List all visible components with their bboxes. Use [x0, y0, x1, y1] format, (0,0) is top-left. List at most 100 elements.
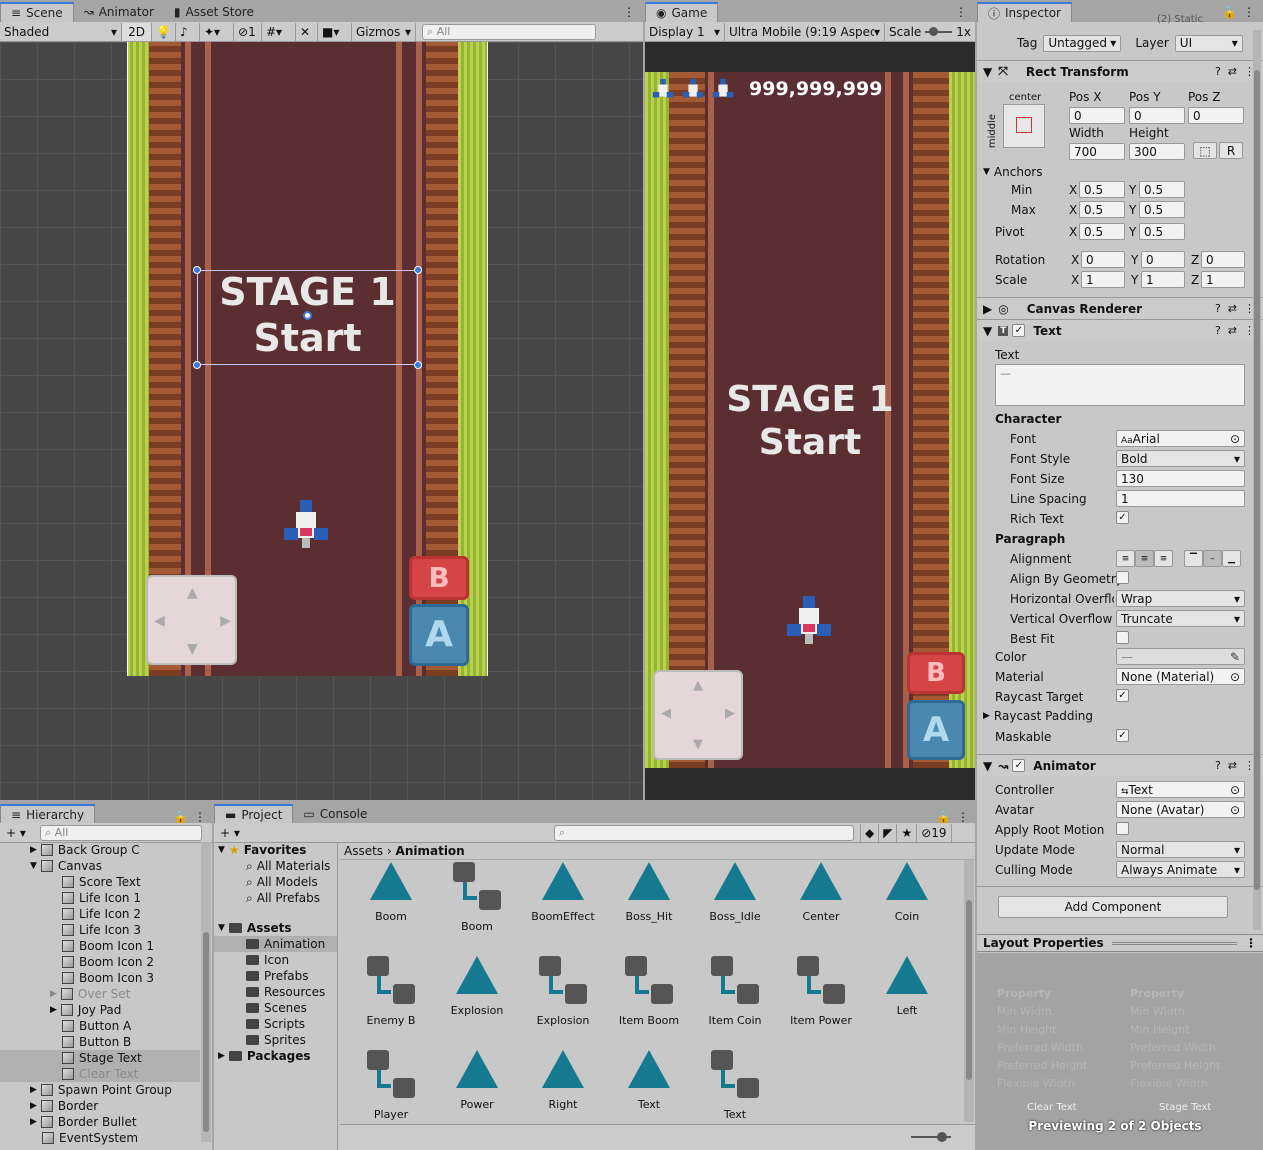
maskable-checkbox[interactable]: ✓ [1116, 729, 1129, 742]
create-button[interactable]: + ▾ [0, 826, 40, 840]
2d-toggle[interactable]: 2D [122, 22, 152, 41]
asset-item[interactable]: Text [606, 1042, 692, 1111]
favorite-item[interactable]: ⌕ All Prefabs [214, 890, 337, 906]
material-field[interactable]: None (Material) ⊙ [1116, 668, 1245, 685]
tab-hierarchy[interactable]: ≡ Hierarchy [0, 804, 96, 824]
animator-component-header[interactable]: ▼ ↝ ✓ Animator ? ⇄ ⋮ [977, 754, 1263, 776]
foldout-arrow-icon[interactable]: ▶ [30, 1101, 37, 1111]
asset-item[interactable]: Boom [434, 860, 520, 933]
hierarchy-item[interactable]: ▼ Canvas [0, 858, 200, 874]
inspector-scrollbar[interactable] [1253, 30, 1261, 930]
button-a[interactable]: A [409, 604, 469, 666]
tab-animator[interactable]: ↝ Animator [74, 2, 164, 22]
hidden-objects-toggle[interactable]: ⊘ 1 [234, 22, 262, 41]
layout-properties-header[interactable]: Layout Properties ⋮ [977, 934, 1263, 952]
scrollbar-thumb[interactable] [1254, 70, 1260, 890]
foldout-arrow-icon[interactable]: ▶ [30, 1085, 37, 1095]
scene-search-input[interactable]: ⌕ All [422, 23, 596, 40]
raw-edit-button[interactable]: R [1219, 142, 1243, 159]
packages-foldout[interactable]: ▶ Packages [214, 1048, 337, 1064]
project-search-input[interactable]: ⌕ [554, 824, 854, 841]
rect-handle[interactable] [193, 361, 201, 369]
folder-item[interactable]: Sprites [214, 1032, 337, 1048]
object-picker-icon[interactable]: ⊙ [1230, 670, 1240, 684]
button-a[interactable]: A [907, 700, 965, 760]
asset-item[interactable]: Boss_Idle [692, 860, 778, 923]
icon-size-slider[interactable] [911, 1132, 951, 1142]
posz-field[interactable]: 0 [1188, 107, 1244, 124]
posx-field[interactable]: 0 [1069, 107, 1125, 124]
aspect-dropdown[interactable]: Ultra Mobile (9:19 Aspect) ▾ [725, 22, 885, 41]
width-field[interactable]: 700 [1069, 143, 1125, 160]
filter-type-icon[interactable]: ◆ [860, 823, 880, 842]
hierarchy-item[interactable]: Clear Text [0, 1066, 200, 1082]
folder-item[interactable]: Icon [214, 952, 337, 968]
hierarchy-item[interactable]: Button A [0, 1018, 200, 1034]
scrollbar-thumb[interactable] [966, 900, 972, 1080]
hierarchy-scrollbar[interactable] [201, 842, 211, 1142]
tab-game[interactable]: ◉ Game [645, 2, 719, 22]
shading-dropdown[interactable]: Shaded ▾ [0, 22, 122, 41]
asset-item[interactable]: Text [692, 1042, 778, 1121]
folder-item[interactable]: Prefabs [214, 968, 337, 984]
asset-scrollbar[interactable] [964, 860, 974, 1122]
apply-root-motion-checkbox[interactable] [1116, 822, 1129, 835]
v-overflow-dropdown[interactable]: Truncate ▾ [1116, 610, 1245, 627]
tab-console[interactable]: ▭ Console [293, 804, 377, 824]
create-button[interactable]: + ▾ [214, 826, 254, 840]
slider-thumb[interactable] [937, 1132, 947, 1142]
raycast-padding-foldout[interactable]: ▶ Raycast Padding [983, 706, 1093, 726]
more-menu-icon[interactable]: ⋮ [957, 810, 975, 824]
anchor-min-y-field[interactable]: 0.5 [1139, 181, 1185, 198]
hierarchy-item[interactable]: ▶ Border Bullet [0, 1114, 200, 1130]
foldout-arrow-icon[interactable]: ▶ [30, 845, 37, 855]
button-b[interactable]: B [409, 556, 469, 600]
tag-dropdown[interactable]: Untagged ▾ [1043, 34, 1122, 52]
more-menu-icon[interactable]: ⋮ [955, 2, 975, 22]
anchors-foldout[interactable]: ▼ Anchors [983, 162, 1042, 182]
breadcrumb-animation[interactable]: Animation [396, 844, 465, 858]
joypad[interactable]: ▲ ▼ ◀ ▶ [146, 575, 237, 665]
asset-item[interactable]: Item Boom [606, 948, 692, 1027]
anchor-min-x-field[interactable]: 0.5 [1079, 181, 1125, 198]
scale-slider[interactable] [925, 26, 953, 36]
component-menu-icons[interactable]: ? ⇄ ⋮ [1215, 324, 1255, 337]
gizmos-dropdown[interactable]: Gizmos ▾ [352, 22, 416, 41]
align-top-icon[interactable]: ▔ [1184, 550, 1203, 567]
favorite-star-icon[interactable]: ★ [897, 823, 918, 842]
posy-field[interactable]: 0 [1129, 107, 1185, 124]
camera-icon[interactable]: ■▾ [318, 22, 352, 41]
hierarchy-item[interactable]: ▶ Back Group C [0, 842, 200, 858]
text-enabled-checkbox[interactable]: ✓ [1012, 324, 1026, 337]
avatar-field[interactable]: None (Avatar) ⊙ [1116, 801, 1245, 818]
h-overflow-dropdown[interactable]: Wrap ▾ [1116, 590, 1245, 607]
hierarchy-item[interactable]: Life Icon 2 [0, 906, 200, 922]
font-field[interactable]: AaArial ⊙ [1116, 430, 1245, 447]
assets-foldout[interactable]: ▼ Assets [214, 920, 337, 936]
button-b[interactable]: B [907, 652, 965, 694]
more-menu-icon[interactable]: ⋮ [1245, 936, 1257, 950]
canvas-renderer-header[interactable]: ▶ ◎ Canvas Renderer ? ⇄ ⋮ [977, 297, 1263, 319]
hierarchy-item[interactable]: EventSystem [0, 1130, 200, 1146]
asset-item[interactable]: Enemy B [348, 948, 434, 1027]
asset-item[interactable]: Right [520, 1042, 606, 1111]
scene-viewport[interactable]: STAGE 1 Start ▲ ▼ ◀ ▶ B A [0, 42, 643, 800]
lock-icon[interactable]: 🔒 [1222, 2, 1243, 22]
favorite-item[interactable]: ⌕ All Materials [214, 858, 337, 874]
asset-item[interactable]: Boss_Hit [606, 860, 692, 923]
rotation-y-field[interactable]: 0 [1141, 251, 1185, 268]
lock-icon[interactable]: 🔒 [936, 810, 957, 824]
hierarchy-item[interactable]: Boom Icon 1 [0, 938, 200, 954]
folder-item[interactable]: Scripts [214, 1016, 337, 1032]
blueprint-mode-button[interactable]: ⬚ [1193, 142, 1217, 159]
hierarchy-item[interactable]: Boom Icon 3 [0, 970, 200, 986]
rich-text-checkbox[interactable]: ✓ [1116, 511, 1129, 524]
hierarchy-search-input[interactable]: ⌕ All [40, 824, 202, 841]
align-middle-icon[interactable]: – [1203, 550, 1222, 567]
foldout-arrow-icon[interactable]: ▶ [50, 1005, 57, 1015]
asset-item[interactable]: BoomEffect [520, 860, 606, 923]
asset-item[interactable]: Item Coin [692, 948, 778, 1027]
hierarchy-item[interactable]: ▶ Over Set [0, 986, 200, 1002]
hierarchy-item[interactable]: Stage Text [0, 1050, 200, 1066]
raycast-target-checkbox[interactable]: ✓ [1116, 689, 1129, 702]
